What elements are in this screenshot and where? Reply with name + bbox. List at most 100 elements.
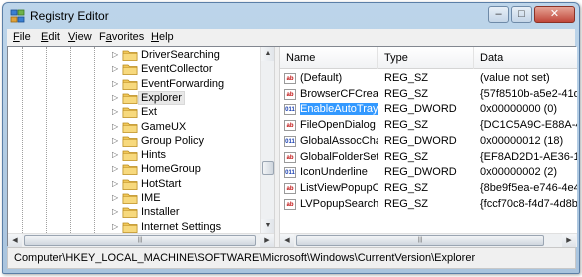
value-data: 0x00000000 (0)	[480, 103, 558, 116]
expand-arrow-icon[interactable]: ▷	[112, 79, 120, 89]
tree-item-label: Explorer	[138, 90, 185, 105]
value-name: GlobalFolderSett...	[300, 150, 378, 163]
registry-value-row[interactable]: 011 IconUnderline REG_DWORD 0x00000002 (2)	[280, 165, 577, 181]
tree-item-label: DriverSearching	[141, 49, 220, 61]
registry-value-row[interactable]: ab (Default) REG_SZ (value not set)	[280, 71, 577, 87]
tree-item[interactable]: ▷ Installer	[8, 205, 260, 220]
tree-item[interactable]: ▷ HomeGroup	[8, 162, 260, 177]
values-hscroll-thumb[interactable]: |||	[296, 235, 544, 246]
tree-item-label: HotStart	[141, 177, 182, 190]
maximize-button[interactable]: □	[511, 6, 532, 23]
registry-value-row[interactable]: ab FileOpenDialog REG_SZ {DC1C5A9C-E88A-4dc	[280, 118, 577, 134]
tree-item-label: Ext	[141, 106, 157, 119]
scroll-right-arrow-icon[interactable]: ▶	[260, 234, 274, 247]
tree-item[interactable]: ▷ EventCollector	[8, 62, 260, 77]
menu-favorites-rest: vorites	[111, 31, 145, 43]
title-bar[interactable]: Registry Editor – □ ✕	[3, 3, 579, 29]
tree-hscroll-thumb[interactable]: |||	[24, 235, 256, 246]
folder-icon	[122, 207, 138, 219]
folder-icon	[122, 193, 138, 204]
tree-item[interactable]: ▷ Hints	[8, 148, 260, 163]
values-horizontal-scrollbar[interactable]: ◀ ||| ▶	[280, 233, 577, 247]
tree-vertical-scrollbar[interactable]: ▲ ▼	[260, 47, 275, 233]
expand-arrow-icon[interactable]: ▷	[112, 93, 120, 103]
minimize-icon: –	[495, 8, 502, 20]
column-name[interactable]: Name	[280, 47, 378, 69]
menu-favorites[interactable]: Favorites	[99, 31, 144, 43]
tree-item[interactable]: ▷ GameUX	[8, 120, 260, 135]
status-bar: Computer\HKEY_LOCAL_MACHINE\SOFTWARE\Mic…	[7, 247, 576, 269]
tree-horizontal-scrollbar[interactable]: ◀ ||| ▶	[8, 233, 274, 247]
value-type: REG_SZ	[384, 119, 429, 132]
value-type: REG_SZ	[384, 72, 429, 84]
registry-value-row[interactable]: ab BrowserCFCreator REG_SZ {57f8510b-a5e2-4…	[280, 87, 577, 103]
string-value-icon: ab	[284, 88, 296, 100]
tree-item[interactable]: ▷ EventForwarding	[8, 77, 260, 92]
registry-value-row[interactable]: ab GlobalFolderSett... REG_SZ {EF8AD2D1-AE3…	[280, 150, 577, 166]
expand-arrow-icon[interactable]: ▷	[112, 50, 120, 60]
column-header: Name Type Data	[280, 47, 577, 69]
close-button[interactable]: ✕	[534, 6, 575, 23]
values-list[interactable]: Name Type Data ab (Default) REG_SZ (value n…	[280, 47, 577, 233]
value-data: 0x00000012 (18)	[480, 134, 564, 147]
registry-value-row[interactable]: 011 GlobalAssocCha... REG_DWORD 0x00000012 …	[280, 134, 577, 150]
string-value-icon: ab	[284, 151, 296, 163]
scroll-down-arrow-icon[interactable]: ▼	[261, 219, 275, 233]
scroll-left-arrow-icon[interactable]: ◀	[8, 234, 22, 247]
value-type: REG_SZ	[384, 150, 429, 163]
folder-icon	[122, 64, 138, 76]
registry-value-row[interactable]: 011 EnableAutoTray REG_DWORD 0x00000000 (0)	[280, 102, 577, 118]
tree-item-label: Installer	[141, 206, 180, 219]
expand-arrow-icon[interactable]: ▷	[112, 164, 120, 174]
string-value-icon: ab	[284, 120, 296, 132]
current-key-path: Computer\HKEY_LOCAL_MACHINE\SOFTWARE\Mic…	[14, 252, 476, 264]
tree-scroll-thumb[interactable]	[262, 161, 274, 175]
menu-help[interactable]: Help	[151, 31, 174, 43]
expand-arrow-icon[interactable]: ▷	[112, 107, 120, 117]
folder-icon	[122, 150, 138, 161]
value-data: {fccf70c8-f4d7-4d8b-8	[480, 197, 577, 210]
menu-view[interactable]: View	[68, 31, 92, 43]
value-data: {8be9f5ea-e746-4e47-a	[480, 181, 577, 194]
value-name: GlobalAssocCha...	[300, 134, 378, 147]
registry-value-row[interactable]: ab ListViewPopupC... REG_SZ {8be9f5ea-e746-…	[280, 181, 577, 197]
value-data: {DC1C5A9C-E88A-4dc	[480, 119, 577, 132]
folder-icon	[122, 93, 138, 104]
tree-item[interactable]: ▷ IME	[8, 191, 260, 206]
menu-help-rest: elp	[158, 31, 174, 43]
value-type: REG_SZ	[384, 197, 429, 210]
tree-item-label: EventForwarding	[141, 77, 225, 90]
column-type[interactable]: Type	[378, 47, 474, 69]
expand-arrow-icon[interactable]: ▷	[112, 222, 120, 232]
expand-arrow-icon[interactable]: ▷	[112, 207, 120, 217]
expand-arrow-icon[interactable]: ▷	[112, 122, 120, 132]
scroll-up-arrow-icon[interactable]: ▲	[261, 47, 275, 61]
tree-item[interactable]: ▷ Group Policy	[8, 134, 260, 149]
scroll-left-arrow-icon[interactable]: ◀	[280, 234, 294, 247]
registry-value-row[interactable]: ab LVPopupSearch... REG_SZ {fccf70c8-f4d7-4…	[280, 197, 577, 213]
key-tree[interactable]: ▷ DriverSearching ▷ EventCollector ▷ EventFor…	[8, 47, 274, 233]
tree-item[interactable]: ▷ Internet Settings	[8, 220, 260, 233]
tree-item[interactable]: ▷ HotStart	[8, 177, 260, 192]
scroll-right-arrow-icon[interactable]: ▶	[562, 234, 576, 247]
tree-item-label: Internet Settings	[141, 220, 222, 233]
tree-item-label: EventCollector	[141, 63, 213, 76]
minimize-button[interactable]: –	[488, 6, 509, 23]
value-type: REG_DWORD	[384, 166, 457, 179]
menu-edit[interactable]: Edit	[41, 31, 60, 43]
expand-arrow-icon[interactable]: ▷	[112, 150, 120, 160]
folder-icon	[122, 107, 138, 119]
expand-arrow-icon[interactable]: ▷	[112, 64, 120, 74]
column-data[interactable]: Data	[474, 47, 577, 69]
expand-arrow-icon[interactable]: ▷	[112, 193, 120, 203]
tree-item[interactable]: ▷ Ext	[8, 105, 260, 120]
expand-arrow-icon[interactable]: ▷	[112, 136, 120, 146]
menu-view-rest: iew	[75, 31, 92, 43]
string-value-icon: ab	[284, 182, 296, 194]
tree-item[interactable]: ▷ DriverSearching	[8, 48, 260, 63]
value-name: LVPopupSearch...	[300, 197, 378, 210]
expand-arrow-icon[interactable]: ▷	[112, 179, 120, 189]
tree-item[interactable]: ▷ Explorer	[8, 90, 260, 106]
value-name: EnableAutoTray	[300, 103, 378, 116]
menu-file[interactable]: File	[13, 31, 31, 43]
